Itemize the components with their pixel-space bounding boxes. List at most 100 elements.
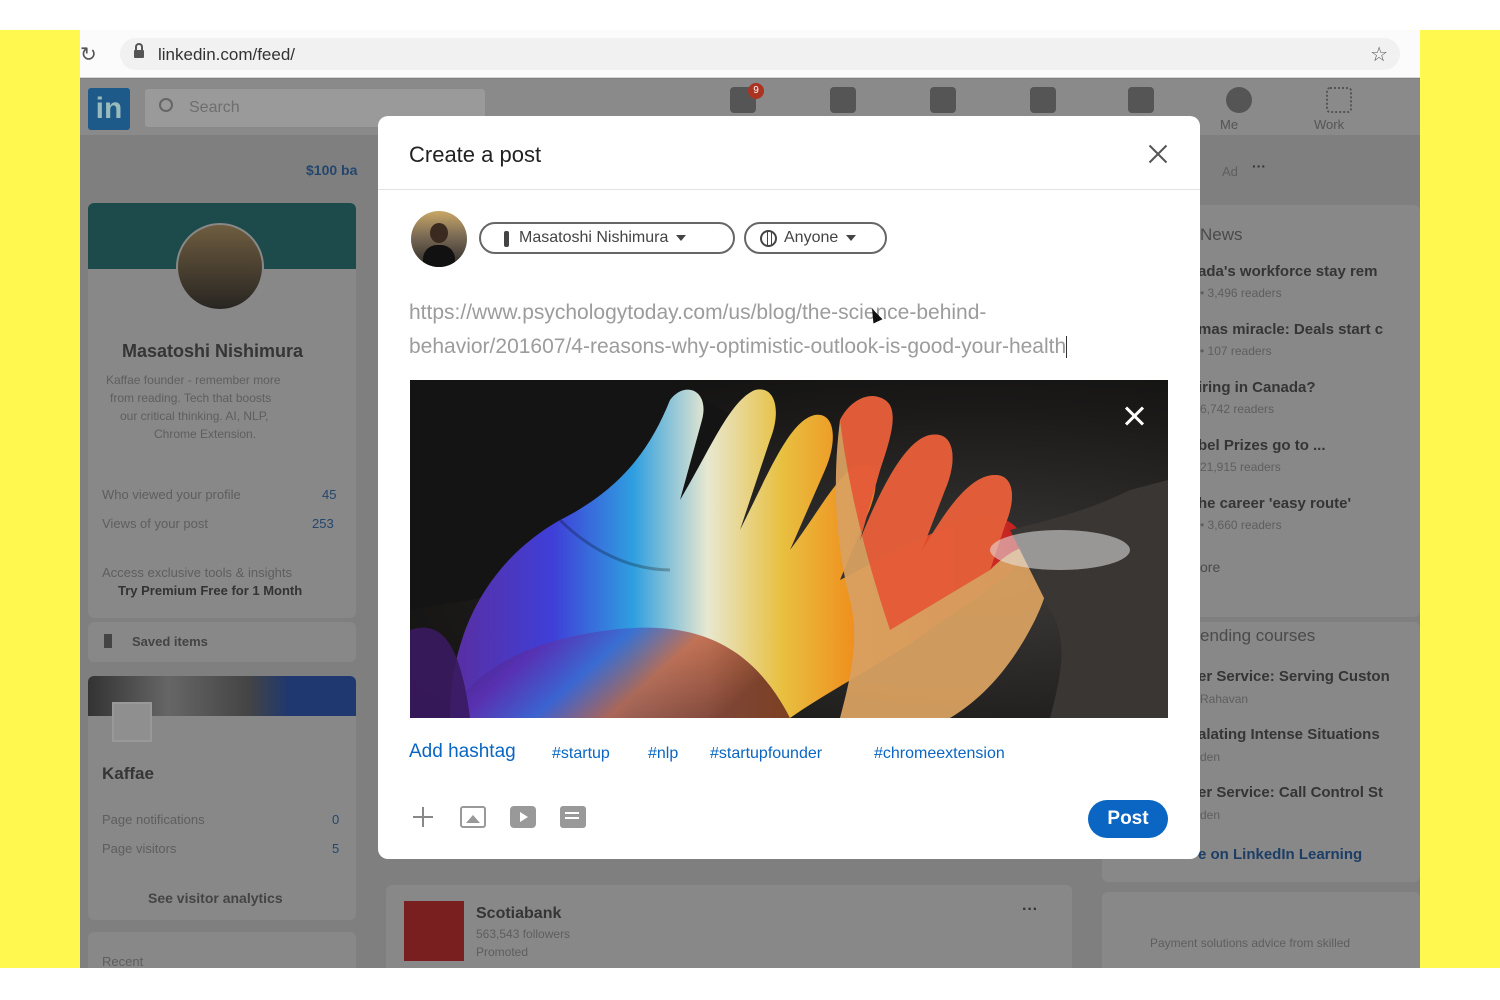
scotiabank-logo[interactable]	[404, 901, 464, 961]
see-visitor-analytics-link[interactable]: See visitor analytics	[148, 890, 283, 906]
search-icon	[159, 98, 173, 112]
page-card: Kaffae Page notifications 0 Page visitor…	[88, 676, 356, 920]
news-item[interactable]: bel Prizes go to ...	[1198, 437, 1326, 454]
jobs-icon[interactable]	[930, 87, 956, 113]
stat-value[interactable]: 45	[322, 487, 336, 502]
course-meta: den	[1200, 750, 1221, 764]
search-placeholder: Search	[189, 99, 240, 116]
page-row-label[interactable]: Page notifications	[102, 812, 205, 827]
news-meta: 6,742 readers	[1200, 402, 1275, 416]
linkedin-learning-link[interactable]: e on LinkedIn Learning	[1198, 846, 1362, 863]
hashtag-startup[interactable]: #startup	[552, 745, 610, 763]
post-promoted: Promoted	[476, 945, 529, 959]
plus-icon[interactable]	[410, 806, 436, 828]
news-meta: • 3,496 readers	[1200, 286, 1282, 300]
address-bar[interactable]: linkedin.com/feed/ ☆	[120, 38, 1400, 70]
profile-avatar[interactable]	[176, 223, 264, 311]
stat-label[interactable]: Who viewed your profile	[102, 487, 241, 502]
network-icon[interactable]	[830, 87, 856, 113]
news-item[interactable]: iring in Canada?	[1198, 379, 1316, 396]
show-more-link[interactable]: ore	[1200, 559, 1220, 575]
page-row-value[interactable]: 0	[332, 812, 339, 827]
profile-bio-2: from reading. Tech that boosts	[110, 391, 272, 405]
profile-bio-1: Kaffae founder - remember more	[106, 373, 281, 387]
footer-ad-card: Payment solutions advice from skilled	[1102, 892, 1420, 968]
bookmark-icon	[104, 634, 112, 648]
browser-toolbar: ↻ linkedin.com/feed/ ☆	[80, 30, 1420, 78]
news-meta: • 3,660 readers	[1200, 518, 1282, 532]
page-name[interactable]: Kaffae	[102, 764, 154, 784]
bell-icon[interactable]	[1128, 87, 1154, 113]
document-icon[interactable]	[560, 806, 586, 828]
nav-work-label[interactable]: Work	[1314, 117, 1344, 132]
footer-ad-text[interactable]: Payment solutions advice from skilled	[1150, 936, 1350, 950]
course-meta: den	[1200, 808, 1221, 822]
stat-label[interactable]: Views of your post	[102, 516, 208, 531]
recent-card: Recent	[88, 932, 356, 968]
bookmark-star-icon[interactable]: ☆	[1370, 42, 1388, 67]
stat-value[interactable]: 253	[312, 516, 334, 531]
url-text: linkedin.com/feed/	[158, 45, 296, 64]
premium-note: Access exclusive tools & insights	[102, 565, 293, 580]
saved-items-label[interactable]: Saved items	[132, 634, 208, 649]
course-item[interactable]: alating Intense Situations	[1198, 726, 1380, 743]
post-company[interactable]: Scotiabank	[476, 905, 561, 923]
grid-icon[interactable]	[1326, 87, 1352, 113]
news-item[interactable]: he career 'easy route'	[1198, 495, 1351, 512]
post-toolbar	[410, 802, 610, 838]
reload-icon[interactable]: ↻	[80, 42, 100, 67]
hashtag-startupfounder[interactable]: #startupfounder	[710, 745, 822, 763]
post-button[interactable]: Post	[1088, 800, 1168, 838]
news-item[interactable]: mas miracle: Deals start c	[1198, 321, 1383, 338]
news-meta: 21,915 readers	[1200, 460, 1281, 474]
post-image-preview	[410, 380, 1168, 718]
page-row-label[interactable]: Page visitors	[102, 841, 176, 856]
profile-bio-3: our critical thinking. AI, NLP,	[120, 409, 269, 423]
feed-post: Scotiabank 563,543 followers Promoted ··…	[386, 885, 1072, 968]
hashtag-nlp[interactable]: #nlp	[648, 745, 678, 763]
profile-name[interactable]: Masatoshi Nishimura	[122, 341, 303, 362]
page-logo[interactable]	[112, 702, 152, 742]
profile-bio-4: Chrome Extension.	[154, 427, 257, 441]
modal-title: Create a post	[409, 142, 542, 167]
nav-me-label[interactable]: Me	[1220, 117, 1238, 132]
post-text-input[interactable]: https://www.psychologytoday.com/us/blog/…	[409, 296, 1169, 364]
ad-more-icon[interactable]: ···	[1252, 158, 1266, 174]
page-row-value[interactable]: 5	[332, 841, 339, 856]
promo-banner[interactable]: $100 ba	[306, 162, 357, 178]
caret-down-icon	[676, 234, 687, 241]
hashtag-chromeextension[interactable]: #chromeextension	[874, 745, 1005, 763]
author-selector[interactable]: Masatoshi Nishimura	[479, 222, 735, 254]
photo-icon[interactable]	[460, 806, 486, 828]
post-text-line-2: behavior/201607/4-reasons-why-optimistic…	[409, 335, 1067, 358]
author-name: Masatoshi Nishimura	[519, 229, 669, 246]
post-text-line-1: https://www.psychologytoday.com/us/blog/…	[409, 301, 987, 324]
premium-cta[interactable]: Try Premium Free for 1 Month	[118, 583, 302, 598]
courses-title: ending courses	[1200, 626, 1316, 645]
globe-icon	[760, 230, 777, 247]
modal-header: Create a post	[378, 116, 1200, 190]
visibility-selector[interactable]: Anyone	[744, 222, 887, 254]
lock-icon	[134, 43, 144, 58]
remove-image-icon[interactable]	[1116, 398, 1152, 434]
close-icon[interactable]	[1142, 138, 1174, 170]
recent-label: Recent	[102, 954, 144, 968]
create-post-modal: Create a post Masatoshi Nishimura Anyone…	[378, 116, 1200, 859]
post-more-icon[interactable]: ···	[1022, 901, 1038, 919]
text-caret	[1066, 336, 1068, 359]
person-icon	[504, 231, 509, 247]
notification-badge: 9	[748, 83, 764, 99]
messaging-icon[interactable]	[1030, 87, 1056, 113]
avatar[interactable]	[1226, 87, 1252, 113]
course-item[interactable]: er Service: Call Control St	[1198, 784, 1383, 801]
add-hashtag-button[interactable]: Add hashtag	[409, 741, 516, 763]
course-item[interactable]: er Service: Serving Custon	[1198, 668, 1390, 685]
linkedin-logo[interactable]: in	[88, 88, 130, 130]
saved-items-row[interactable]: Saved items	[88, 622, 356, 662]
news-item[interactable]: ada's workforce stay rem	[1198, 263, 1378, 280]
author-avatar	[411, 211, 467, 267]
video-icon[interactable]	[510, 806, 536, 828]
screen-frame: ↻ linkedin.com/feed/ ☆ in Search 9 Me Wo…	[80, 30, 1420, 968]
ad-label: Ad	[1222, 164, 1238, 179]
course-meta: Rahavan	[1200, 692, 1249, 706]
